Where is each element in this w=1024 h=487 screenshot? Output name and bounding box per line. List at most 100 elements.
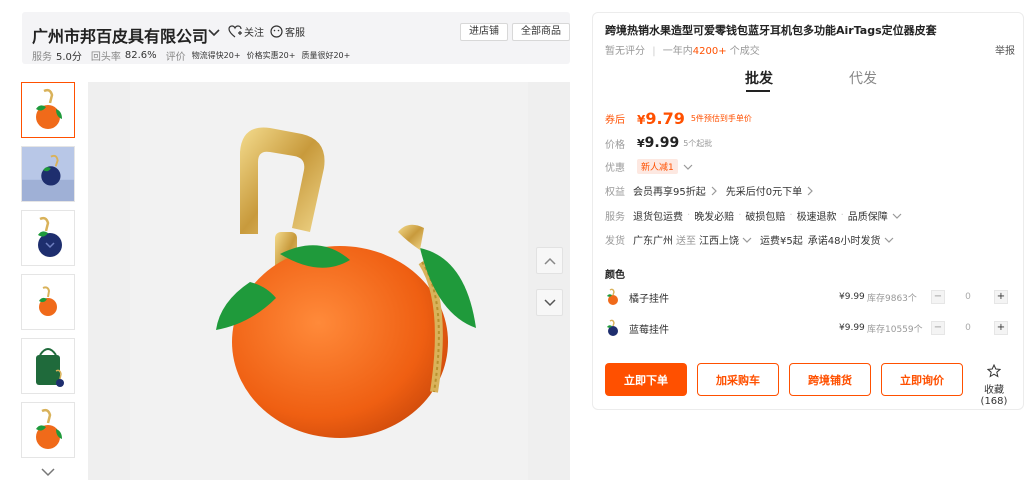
thumbnail-list <box>21 82 77 466</box>
orange-swatch-icon[interactable] <box>605 288 621 306</box>
qty-decrease-button[interactable]: − <box>931 321 945 335</box>
follow-button[interactable]: 关注 <box>228 24 264 39</box>
qty-input[interactable]: 0 <box>961 292 975 302</box>
chevron-down-icon[interactable] <box>884 236 894 244</box>
inquiry-button[interactable]: 立即询价 <box>881 363 963 396</box>
customer-service-button[interactable]: 客服 <box>270 24 305 39</box>
rights-row: 权益 会员再享95折起 先采后付0元下单 <box>605 183 814 198</box>
buy-now-button[interactable]: 立即下单 <box>605 363 687 396</box>
price-row: 价格 ¥9.99 5个起批 <box>605 135 712 151</box>
shop-header: 广州市邦百皮具有限公司 关注 客服 进店铺 全部商品 服务 5.0分 回头率 8… <box>22 12 570 64</box>
promo-note: 5件预估到手单价 <box>690 114 752 123</box>
repurchase-label: 回头率 <box>90 52 121 63</box>
thumbnail-orange-keychain-detail[interactable] <box>21 402 75 458</box>
tab-indicator <box>746 90 770 92</box>
member-discount[interactable]: 会员再享95折起 <box>633 183 706 198</box>
chevron-down-icon <box>892 213 902 219</box>
rights-label: 权益 <box>605 187 625 198</box>
product-info-panel: 跨境热销水果造型可爱零钱包蓝牙耳机包多功能AirTags定位器皮套 暂无评分 |… <box>592 12 1024 410</box>
thumbnail-blue-keychain-scene[interactable] <box>21 146 75 202</box>
service-score-label: 服务 <box>32 52 52 63</box>
main-product-image <box>88 82 570 480</box>
report-link[interactable]: 举报 <box>995 42 1015 57</box>
all-products-button[interactable]: 全部商品 <box>512 23 570 41</box>
service-label: 服务 <box>605 212 625 223</box>
discount-row[interactable]: 优惠 新人减1 <box>605 159 693 174</box>
price-label: 价格 <box>605 139 625 151</box>
chevron-down-icon <box>683 164 693 170</box>
thumbnail-orange-keychain-small[interactable] <box>21 274 75 330</box>
cross-border-button[interactable]: 跨境铺货 <box>789 363 871 396</box>
ship-to[interactable]: 江西上饶 <box>699 232 739 247</box>
scroll-up-button[interactable] <box>536 247 563 274</box>
add-to-cart-button[interactable]: 加采购车 <box>697 363 779 396</box>
min-order: 5个起批 <box>683 138 713 148</box>
follow-label: 关注 <box>244 28 264 39</box>
ship-label: 发货 <box>605 236 625 247</box>
discount-label: 优惠 <box>605 163 625 174</box>
sku-stock: 库存9863个 <box>867 293 917 304</box>
blueberry-swatch-icon[interactable] <box>605 319 621 337</box>
chevron-down-icon[interactable] <box>40 466 56 478</box>
rating-label: 评价 <box>165 52 186 63</box>
heart-plus-icon <box>228 25 242 38</box>
service-item: 退货包运费 <box>633 212 683 223</box>
service-row[interactable]: 服务 退货包运费 · 晚发必赔 · 破损包赔 · 极速退款 · 品质保障 <box>605 208 902 223</box>
promo-price: ¥9.79 <box>637 109 685 128</box>
orange-keychain-illustration <box>216 127 476 438</box>
new-user-badge: 新人减1 <box>637 159 678 174</box>
favorite-label: 收藏 <box>984 385 1004 396</box>
service-item: 晚发必赔 <box>694 212 735 223</box>
repurchase-value: 82.6% <box>124 50 157 61</box>
shipping-row: 发货 广东广州 送至 江西上饶 运费¥5起 承诺48小时发货 <box>605 232 894 247</box>
service-item: 破损包赔 <box>745 212 786 223</box>
sku-row: 蓝莓挂件 ¥9.99 库存10559个 − 0 + <box>605 317 1015 339</box>
enter-store-button[interactable]: 进店铺 <box>460 23 508 41</box>
shipping-fee: 运费¥5起 <box>760 236 803 247</box>
service-score-value: 5.0分 <box>56 52 82 63</box>
thumbnail-blueberry-keychain[interactable] <box>21 210 75 266</box>
sku-name: 蓝莓挂件 <box>629 324 669 336</box>
tab-wholesale[interactable]: 批发 <box>745 68 773 88</box>
rating-tag: 质量很好20+ <box>301 51 351 60</box>
chevron-up-icon <box>543 257 556 265</box>
ship-to-prefix: 送至 <box>676 236 696 247</box>
product-subinfo: 暂无评分 | 一年内4200+ 个成交 <box>605 46 760 57</box>
sku-row: 橘子挂件 ¥9.99 库存9863个 − 0 + <box>605 286 1015 308</box>
shop-stats: 服务 5.0分 回头率 82.6% 评价 物流得快20+ 价格实惠20+ 质量很… <box>32 48 350 63</box>
unit-price: ¥9.99 <box>637 135 680 151</box>
qty-increase-button[interactable]: + <box>994 321 1008 335</box>
color-heading: 颜色 <box>605 270 625 281</box>
favorite-count: (168) <box>980 396 1008 407</box>
promo-price-row: 券后 ¥9.79 5件预估到手单价 <box>605 109 752 128</box>
chevron-right-icon <box>711 186 717 195</box>
pay-later[interactable]: 先采后付0元下单 <box>726 183 802 198</box>
thumbnail-green-bag[interactable] <box>21 338 75 394</box>
rating-tag: 价格实惠20+ <box>246 51 296 60</box>
sku-name: 橘子挂件 <box>629 293 669 305</box>
rating-tag: 物流得快20+ <box>191 51 241 60</box>
sku-price: ¥9.99 <box>839 323 865 333</box>
qty-input[interactable]: 0 <box>961 323 975 333</box>
sales-suffix: 个成交 <box>729 46 760 57</box>
service-label: 客服 <box>285 28 305 39</box>
sales-count: 4200+ <box>692 46 727 57</box>
chevron-down-icon <box>543 298 556 306</box>
purchase-mode-tabs: 批发 代发 <box>593 68 1024 94</box>
tab-dropship[interactable]: 代发 <box>849 68 877 88</box>
qty-increase-button[interactable]: + <box>994 290 1008 304</box>
rating-text: 暂无评分 <box>605 46 645 57</box>
favorite-button[interactable]: 收藏 (168) <box>971 363 1017 407</box>
chevron-down-icon[interactable] <box>742 236 752 244</box>
service-item: 极速退款 <box>796 212 837 223</box>
sku-price: ¥9.99 <box>839 292 865 302</box>
chat-smile-icon <box>270 25 283 38</box>
sales-prefix: 一年内 <box>662 46 693 57</box>
thumbnail-orange-keychain[interactable] <box>21 82 75 138</box>
shop-name[interactable]: 广州市邦百皮具有限公司 <box>32 23 208 47</box>
scroll-down-button[interactable] <box>536 289 563 316</box>
chevron-down-icon[interactable] <box>206 24 222 40</box>
qty-decrease-button[interactable]: − <box>931 290 945 304</box>
service-item: 品质保障 <box>847 212 888 223</box>
ship-from: 广东广州 <box>633 236 673 247</box>
